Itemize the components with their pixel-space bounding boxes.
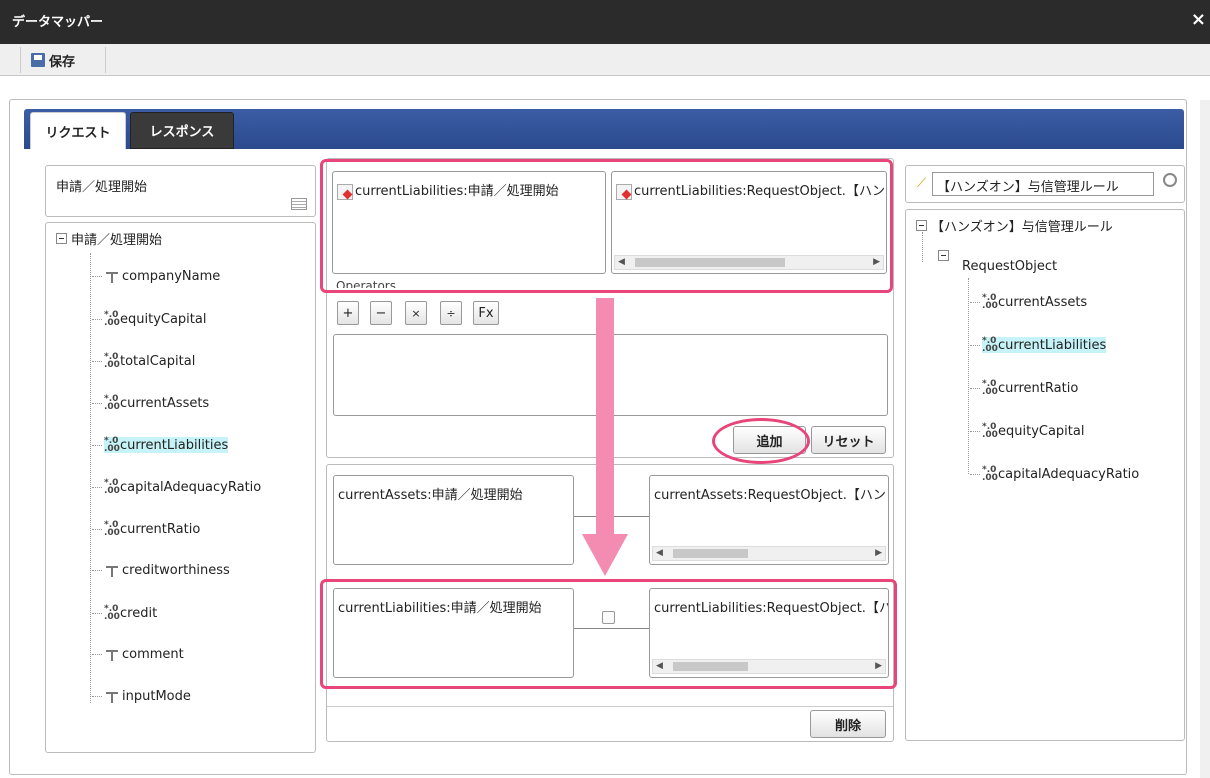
tree-item[interactable]: creditworthiness — [92, 563, 230, 578]
tree-item-selected[interactable]: *.0.00 currentLiabilities — [92, 436, 229, 454]
number-type-icon: *.0.00 — [982, 293, 998, 311]
search-icon[interactable] — [1163, 173, 1177, 187]
tree-item[interactable]: *.0.00 currentRatio — [970, 379, 1079, 397]
mapping-source-box[interactable]: currentAssets:申請／処理開始 — [333, 475, 574, 565]
mapping-source-text: currentAssets:申請／処理開始 — [338, 488, 523, 503]
tree-item-label: equityCapital — [120, 311, 207, 327]
tree-item-label: currentLiabilities — [120, 437, 229, 453]
tree-item-label: currentAssets — [998, 294, 1088, 310]
tree-item-label: currentRatio — [120, 521, 201, 537]
operator-divide-button[interactable]: ÷ — [440, 301, 462, 325]
delete-button[interactable]: 削除 — [810, 710, 886, 738]
tree-item-label: currentRatio — [998, 380, 1079, 396]
number-type-icon: *.0.00 — [104, 310, 120, 328]
tree-line — [90, 253, 91, 703]
close-icon[interactable]: × — [1191, 9, 1206, 30]
tree-item[interactable]: *.0.00 equityCapital — [92, 310, 207, 328]
tree-item-label: companyName — [122, 269, 221, 284]
source-field-panel: 申請／処理開始 — [45, 165, 316, 217]
number-type-icon: *.0.00 — [104, 352, 120, 370]
tree-item-label: currentAssets — [120, 395, 210, 411]
mapping-target-box[interactable]: currentAssets:RequestObject.【ハン ◀ ▶ — [649, 475, 889, 565]
tab-response[interactable]: レスポンス — [130, 112, 234, 149]
tree-item-label: equityCapital — [998, 423, 1085, 439]
collapse-icon[interactable] — [938, 250, 949, 261]
save-button[interactable]: 保存 — [20, 47, 106, 73]
text-type-icon — [104, 649, 120, 661]
tree-root-label: 申請／処理開始 — [71, 233, 163, 248]
tree-root-label: 【ハンズオン】与信管理ルール — [931, 220, 1113, 235]
tree-item-selected[interactable]: *.0.00 currentLiabilities — [970, 336, 1107, 354]
target-search-input[interactable]: 【ハンズオン】与信管理ルール — [932, 172, 1154, 196]
tree-root[interactable]: 申請／処理開始 — [56, 229, 162, 248]
tree-item[interactable]: *.0.00 capitalAdequacyRatio — [970, 465, 1140, 483]
operator-plus-button[interactable]: + — [337, 301, 359, 325]
number-type-icon: *.0.00 — [104, 394, 120, 412]
collapse-icon[interactable] — [56, 233, 67, 244]
number-type-icon: *.0.00 — [104, 436, 120, 454]
tree-item-label: comment — [122, 647, 184, 662]
highlight-frame-expression — [320, 159, 893, 293]
source-tree: 申請／処理開始 companyName *.0.00 equityCapital… — [45, 222, 316, 753]
tree-item-label: capitalAdequacyRatio — [120, 479, 262, 495]
text-type-icon — [104, 691, 120, 703]
scroll-left-icon[interactable]: ◀ — [656, 548, 663, 558]
source-field-value: 申請／処理開始 — [56, 180, 148, 195]
down-arrow-icon — [582, 298, 628, 576]
scroll-thumb[interactable] — [673, 549, 748, 558]
tree-item[interactable]: *.0.00 capitalAdequacyRatio — [92, 478, 262, 496]
number-type-icon: *.0.00 — [104, 478, 120, 496]
list-icon[interactable] — [291, 198, 307, 210]
horizontal-scrollbar[interactable]: ◀ ▶ — [652, 546, 886, 561]
tree-object-label: RequestObject — [962, 259, 1058, 274]
tree-object[interactable] — [938, 250, 953, 261]
tree-item[interactable]: *.0.00 credit — [92, 604, 158, 622]
text-type-icon — [104, 565, 120, 577]
collapse-icon[interactable] — [916, 220, 927, 231]
function-button[interactable]: Fx — [473, 301, 499, 325]
tree-item[interactable]: *.0.00 totalCapital — [92, 352, 196, 370]
tree-item[interactable]: *.0.00 currentAssets — [92, 394, 210, 412]
magic-wand-icon: ⟋ — [917, 176, 927, 191]
floppy-disk-icon — [31, 53, 45, 67]
separator — [327, 706, 893, 707]
tree-line — [968, 278, 969, 474]
operator-multiply-button[interactable]: × — [405, 301, 427, 325]
number-type-icon: *.0.00 — [104, 604, 120, 622]
tree-item[interactable]: comment — [92, 647, 184, 662]
toolbar: 保存 — [0, 44, 1210, 76]
tree-item[interactable]: companyName — [92, 269, 220, 284]
mapping-target-text: currentAssets:RequestObject.【ハン — [654, 488, 886, 503]
reset-button[interactable]: リセット — [811, 426, 886, 454]
tree-item[interactable]: *.0.00 currentAssets — [970, 293, 1088, 311]
tree-item[interactable]: *.0.00 equityCapital — [970, 422, 1085, 440]
title-bar: データマッパー × — [0, 0, 1210, 44]
number-type-icon: *.0.00 — [982, 422, 998, 440]
tree-item-label: inputMode — [122, 689, 191, 704]
number-type-icon: *.0.00 — [982, 379, 998, 397]
text-type-icon — [104, 271, 120, 283]
tree-item-label: capitalAdequacyRatio — [998, 466, 1140, 482]
number-type-icon: *.0.00 — [104, 520, 120, 538]
window-title: データマッパー — [12, 15, 104, 30]
operator-minus-button[interactable]: − — [370, 301, 392, 325]
tree-item-label: credit — [120, 605, 158, 621]
tree-item[interactable]: *.0.00 currentRatio — [92, 520, 201, 538]
number-type-icon: *.0.00 — [982, 336, 998, 354]
tree-item-label: currentLiabilities — [998, 337, 1107, 353]
tree-item[interactable]: inputMode — [92, 689, 191, 704]
scroll-right-icon[interactable]: ▶ — [875, 548, 882, 558]
highlight-frame-new-mapping — [320, 579, 897, 689]
page-scrollbar[interactable] — [1200, 100, 1210, 778]
target-tree: 【ハンズオン】与信管理ルール RequestObject *.0.00 curr… — [905, 209, 1185, 741]
number-type-icon: *.0.00 — [982, 465, 998, 483]
highlight-ellipse-add — [712, 418, 810, 464]
tab-request[interactable]: リクエスト — [30, 112, 126, 149]
tree-item-label: totalCapital — [120, 353, 196, 369]
save-label: 保存 — [49, 54, 76, 70]
tree-item-label: creditworthiness — [122, 563, 230, 578]
tree-line — [922, 232, 923, 262]
tree-root[interactable]: 【ハンズオン】与信管理ルール — [916, 216, 1113, 235]
